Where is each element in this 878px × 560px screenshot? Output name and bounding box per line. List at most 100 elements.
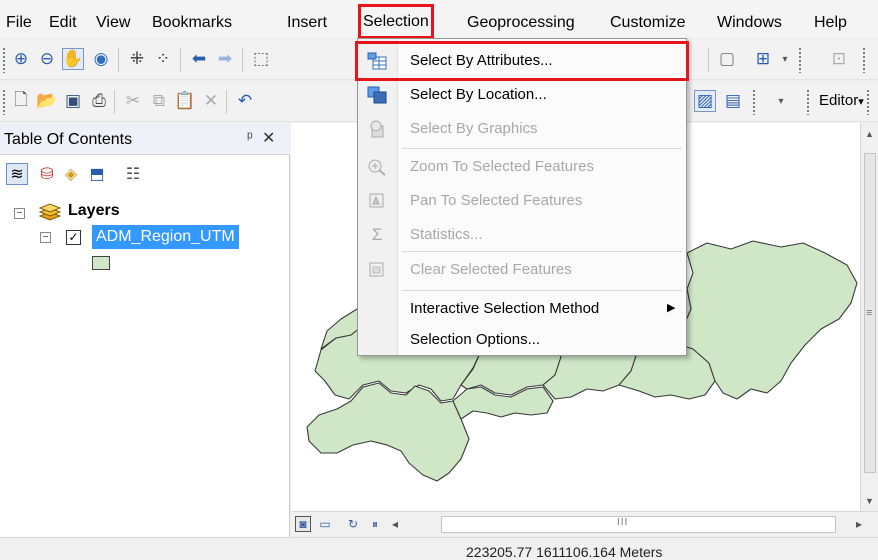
collapse-layer-icon[interactable]: − [40,232,51,243]
select-features-icon[interactable]: ⬚ [250,48,272,70]
menu-selection[interactable]: Selection [358,4,434,39]
toolbox-icon[interactable]: ▤ [722,90,744,112]
list-by-drawing-order-icon[interactable]: ≋ [6,163,28,185]
submenu-arrow-icon: ▶ [667,302,676,314]
menu-item-label: Zoom To Selected Features [410,158,594,175]
toolbar-grip[interactable] [2,89,6,115]
menu-edit[interactable]: Edit [49,0,77,38]
menu-view[interactable]: View [96,0,130,38]
toolbar-separator [242,48,243,72]
menu-file[interactable]: File [6,0,32,38]
forward-arrow-icon[interactable]: ➡ [214,48,236,70]
copy-icon[interactable]: ⧉ [148,90,170,112]
close-icon[interactable]: ✕ [262,128,275,148]
menu-item-clear-selected: Clear Selected Features [358,253,686,287]
toolbar-grip[interactable] [866,89,870,115]
scroll-right-icon[interactable]: ▸ [851,516,867,532]
menu-bar: File Edit View Bookmarks Insert Selectio… [0,0,878,39]
full-extent-globe-icon[interactable]: ◉ [90,48,112,70]
table-of-contents-panel: Table Of Contents ᵖ ✕ ≋ ⛁ ◈ ⬒ ☷ − Layers… [0,123,290,560]
data-view-icon[interactable]: ◙ [295,516,311,532]
menu-item-selection-options[interactable]: Selection Options... [358,323,686,357]
list-by-selection-icon[interactable]: ⬒ [86,163,108,185]
editor-menu-button[interactable]: Editor▾ [819,92,864,109]
menu-item-pan-to-selected: Pan To Selected Features [358,184,686,218]
dropdown-arrow-icon[interactable]: ▾ [770,90,792,112]
menu-item-interactive-selection-method[interactable]: Interactive Selection Method ▶ [358,292,686,326]
layer-visibility-checkbox[interactable]: ✓ [66,230,81,245]
delete-icon[interactable]: ✕ [200,90,222,112]
toolbar-grip[interactable] [862,47,866,73]
menu-item-select-by-attributes[interactable]: Select By Attributes... [355,41,689,81]
catalog-window-icon[interactable]: ▨ [694,90,716,112]
map-vertical-scrollbar[interactable]: ▲ ≡ ▼ [860,123,878,511]
scroll-left-icon[interactable]: ◂ [387,516,403,532]
html-popup-icon[interactable]: ▢ [716,48,738,70]
new-document-icon[interactable]: 🗋 [10,90,32,112]
menu-bookmarks[interactable]: Bookmarks [152,0,232,38]
menu-separator [402,251,682,252]
toc-title: Table Of Contents [4,131,133,148]
cut-icon[interactable]: ✂ [122,90,144,112]
zoom-out-icon[interactable]: ⊖ [36,48,58,70]
scroll-grip-icon: III [617,517,629,528]
open-folder-icon[interactable]: 📂 [36,90,58,112]
save-icon[interactable]: ▣ [62,90,84,112]
menu-item-label: Clear Selected Features [410,261,572,278]
layers-root-label[interactable]: Layers [68,202,120,220]
paste-icon[interactable]: 📋 [174,90,196,112]
fixed-zoom-out-icon[interactable]: ⁘ [152,48,174,70]
menu-item-label: Select By Location... [410,86,547,103]
toc-options-icon[interactable]: ☷ [122,163,144,185]
toolbar-grip[interactable] [2,47,6,73]
editor-label: Editor [819,92,859,109]
zoom-in-icon[interactable]: ⊕ [10,48,32,70]
map-horizontal-scrollbar[interactable]: III [441,516,836,533]
status-bar: 223205.77 1611106.164 Meters [0,537,878,560]
find-icon[interactable]: ⊞ [752,48,774,70]
menu-item-label: Selection Options... [410,331,541,348]
toolbar-separator [708,48,709,72]
menu-geoprocessing[interactable]: Geoprocessing [467,0,575,38]
scroll-grip-icon: ≡ [866,307,873,319]
menu-item-label: Pan To Selected Features [410,192,583,209]
list-by-source-icon[interactable]: ⛁ [36,163,58,185]
dropdown-arrow-icon[interactable]: ▾ [774,48,796,70]
toc-title-bar: Table Of Contents ᵖ ✕ [0,123,290,155]
menu-item-label: Interactive Selection Method [410,300,600,317]
undo-icon[interactable]: ↶ [234,90,256,112]
scroll-down-icon[interactable]: ▼ [865,496,874,506]
menu-item-label: Select By Attributes... [410,52,553,69]
layer-name-adm-region[interactable]: ADM_Region_UTM [92,225,239,249]
layout-view-icon[interactable]: ▭ [317,516,333,532]
coordinate-readout: 223205.77 1611106.164 Meters [466,544,663,560]
fixed-zoom-in-icon[interactable]: ⁜ [126,48,148,70]
back-arrow-icon[interactable]: ⬅ [188,48,210,70]
scroll-up-icon[interactable]: ▲ [865,129,874,139]
location-select-icon [367,86,387,104]
layer-symbol-swatch[interactable] [92,256,110,270]
refresh-icon[interactable]: ↻ [345,516,361,532]
toolbar-separator [226,90,227,114]
menu-windows[interactable]: Windows [717,0,782,38]
collapse-layers-icon[interactable]: − [14,208,25,219]
menu-item-select-by-location[interactable]: Select By Location... [358,78,686,112]
table-select-icon [367,52,387,70]
pin-icon[interactable]: ᵖ [247,129,253,146]
menu-separator [402,148,682,149]
toolbar-grip[interactable] [752,89,756,115]
print-icon[interactable]: ⎙ [88,90,110,112]
menu-item-statistics: Σ Statistics... [358,218,686,252]
menu-insert[interactable]: Insert [287,0,327,38]
map-bottom-bar: ◙ ▭ ↻ ⏸ ◂ III ▸ [291,511,878,537]
menu-help[interactable]: Help [814,0,847,38]
toolbar-separator [180,48,181,72]
toolbar-grip[interactable] [806,89,810,115]
list-by-visibility-icon[interactable]: ◈ [60,163,82,185]
sigma-icon: Σ [371,225,383,244]
pan-hand-icon[interactable]: ✋ [62,48,84,70]
toolbar-grip[interactable] [798,47,802,73]
pause-drawing-icon[interactable]: ⏸ [367,516,383,532]
selection-menu-dropdown: Select By Attributes... Select By Locati… [355,38,689,357]
menu-customize[interactable]: Customize [610,0,686,38]
